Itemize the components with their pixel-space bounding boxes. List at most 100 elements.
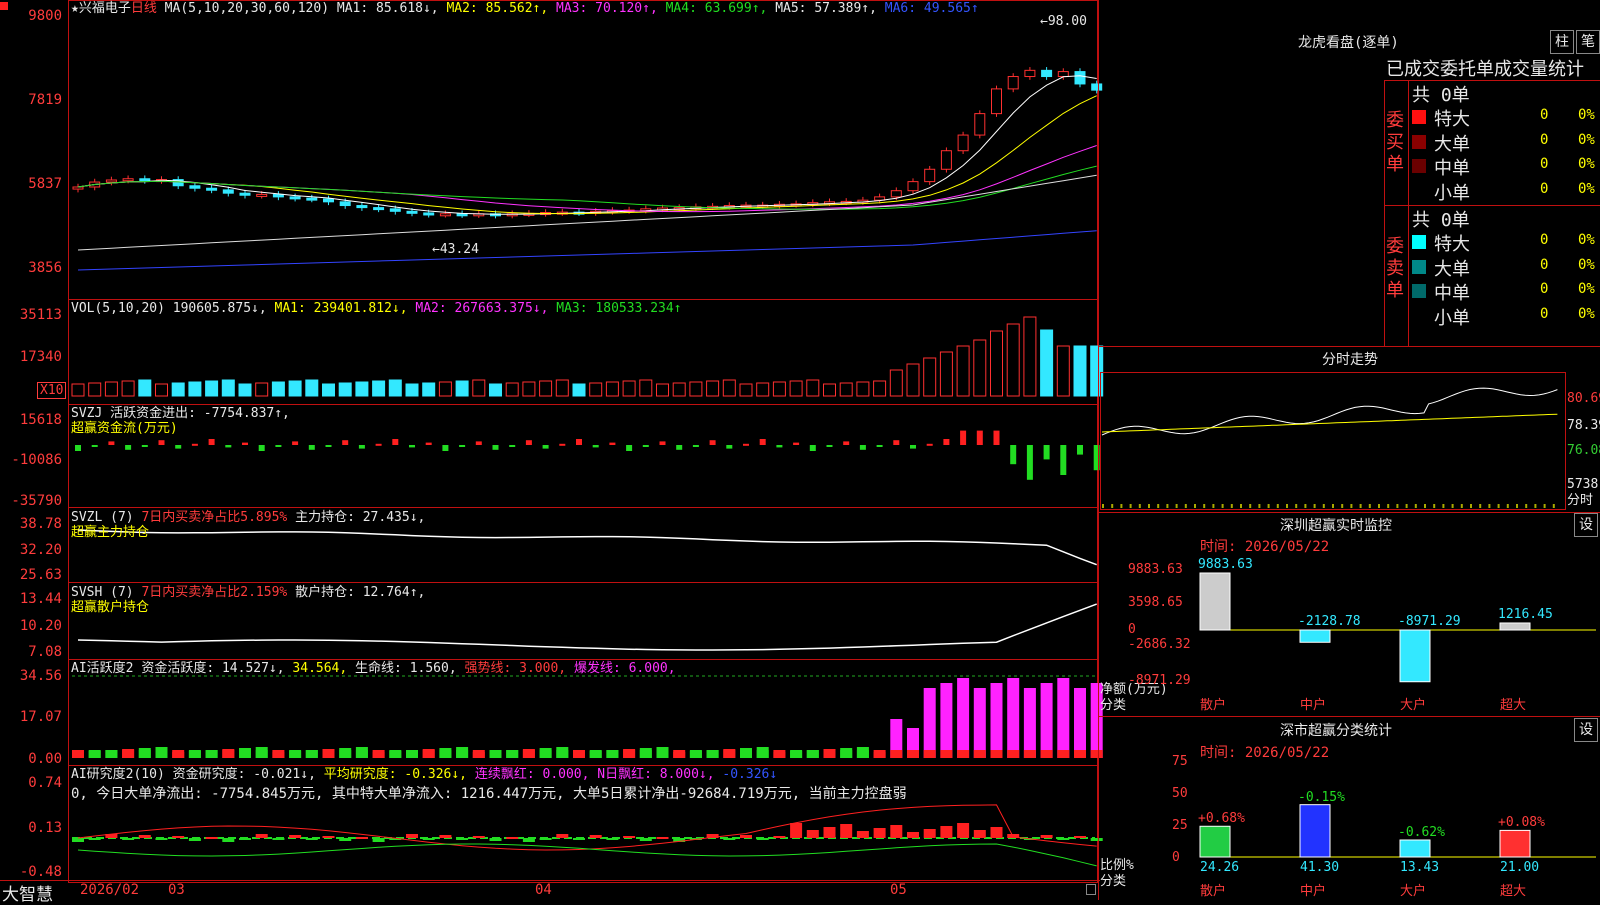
classify-change: -0.62% (1398, 824, 1445, 840)
classify-change: -0.15% (1298, 789, 1345, 805)
order-count: 0 (1540, 281, 1549, 297)
ma-line (77, 230, 1097, 271)
activity-base (756, 750, 769, 758)
activity-base (255, 750, 268, 758)
svsh-axis-label: 13.44 (19, 591, 62, 607)
fund-flow-bar (826, 445, 833, 447)
classify-settings-button[interactable]: 设 (1574, 718, 1598, 742)
activity-base (439, 750, 452, 758)
classify-category: 散户 (1200, 884, 1227, 899)
volume-bar (856, 381, 870, 397)
activity-bar (973, 688, 986, 758)
bar-mode-button[interactable]: 柱 (1550, 30, 1574, 54)
fund-flow-bar (1077, 445, 1083, 455)
volume-bar (171, 382, 185, 397)
activity-base (105, 750, 118, 758)
fund-flow-bar (258, 445, 265, 451)
volume-bar (104, 381, 118, 397)
retail-line (77, 603, 1097, 651)
volume-bar (1006, 323, 1020, 397)
activity-base (940, 750, 953, 758)
stock-name[interactable]: ★兴福电子 (71, 1, 131, 16)
svzj-axis-label: -10086 (11, 452, 62, 468)
main-force-line (77, 529, 1097, 566)
order-type-label: 大单 (1434, 133, 1470, 155)
low-price-annotation: ←43.24 (432, 242, 479, 257)
buy-total: 共 0单 (1412, 85, 1470, 106)
activity-base (406, 750, 418, 758)
volume-bar (672, 382, 686, 397)
research-bar (556, 834, 569, 838)
candle (272, 193, 284, 198)
monitor-settings-button[interactable]: 设 (1574, 513, 1598, 537)
tick-mode-button[interactable]: 笔 (1576, 30, 1600, 54)
svzj-axis-label: -35790 (11, 493, 62, 509)
volume-bar (271, 381, 285, 397)
monitor-category: 中户 (1300, 698, 1327, 713)
ai2-axis-label: 0.74 (28, 775, 62, 791)
monitor-axis-label: -2686.32 (1128, 637, 1191, 652)
candle (456, 213, 468, 217)
high-price-annotation: ←98.00 (1040, 14, 1087, 29)
candle (907, 181, 919, 192)
fund-flow-bar (859, 445, 866, 450)
fund-flow-bar (191, 443, 198, 446)
volume-bar (472, 379, 486, 397)
classify-axis-label: 25 (1172, 818, 1188, 833)
fund-flow-bar (542, 445, 549, 449)
order-type-label: 特大 (1434, 234, 1470, 255)
research-bar (973, 830, 986, 838)
activity-base (856, 750, 869, 758)
volume-bar (639, 379, 653, 397)
order-type-label: 特大 (1434, 109, 1470, 130)
candle (924, 168, 936, 183)
fund-flow-bar (843, 441, 850, 445)
classify-bar-value: 13.43 (1400, 860, 1440, 875)
activity-bar (1040, 683, 1053, 758)
research-bar (539, 838, 552, 840)
classify-title: 深市超赢分类统计 (1280, 723, 1392, 739)
activity-base (1040, 750, 1053, 758)
activity-base (823, 750, 836, 758)
monitor-axis-label: 9883.63 (1128, 562, 1183, 577)
research-bar (355, 837, 368, 839)
activity-base (389, 750, 402, 758)
fund-flow-bar (1060, 445, 1067, 475)
activity-base (639, 750, 652, 758)
research-bar (372, 838, 385, 842)
fund-flow-bar (609, 442, 616, 445)
fund-flow-bar (960, 430, 967, 445)
activity-bar (923, 688, 936, 758)
volume-bar (990, 330, 1003, 397)
fund-flow-bar (576, 439, 582, 445)
research-bar (472, 836, 485, 838)
intraday-chart[interactable] (1100, 372, 1566, 510)
period-label[interactable]: 日线 (131, 1, 157, 16)
activity-base (305, 750, 318, 758)
volume-bar (305, 379, 319, 397)
fund-flow-bar (525, 440, 532, 445)
order-type-label: 中单 (1434, 283, 1470, 304)
vol-panel-title: VOL(5,10,20) 190605.875↓, MA1: 239401.81… (71, 301, 682, 316)
svzl-axis-label: 25.63 (19, 567, 62, 583)
research-bar (72, 838, 84, 842)
order-color-swatch (1412, 259, 1426, 274)
vol-unit-badge[interactable]: X10 (37, 382, 67, 399)
ai1-axis-label: 17.07 (19, 709, 62, 725)
candle (423, 212, 435, 216)
fund-flow-bar (642, 445, 649, 447)
volume-bar (489, 383, 502, 397)
activity-base (489, 750, 502, 758)
classify-bar-value: 41.30 (1300, 860, 1340, 875)
activity-base (472, 750, 485, 758)
activity-base (723, 750, 736, 758)
intraday-axis-label: 80.69 (1567, 391, 1600, 406)
monitor-title: 深圳超赢实时监控 (1280, 518, 1392, 534)
research-bar (756, 838, 769, 840)
order-count: 0 (1540, 305, 1549, 322)
activity-base (923, 750, 936, 758)
volume-bar (1073, 345, 1087, 397)
order-count: 0 (1540, 156, 1549, 172)
lock-icon[interactable] (1086, 884, 1096, 895)
volume-bar (823, 383, 836, 397)
